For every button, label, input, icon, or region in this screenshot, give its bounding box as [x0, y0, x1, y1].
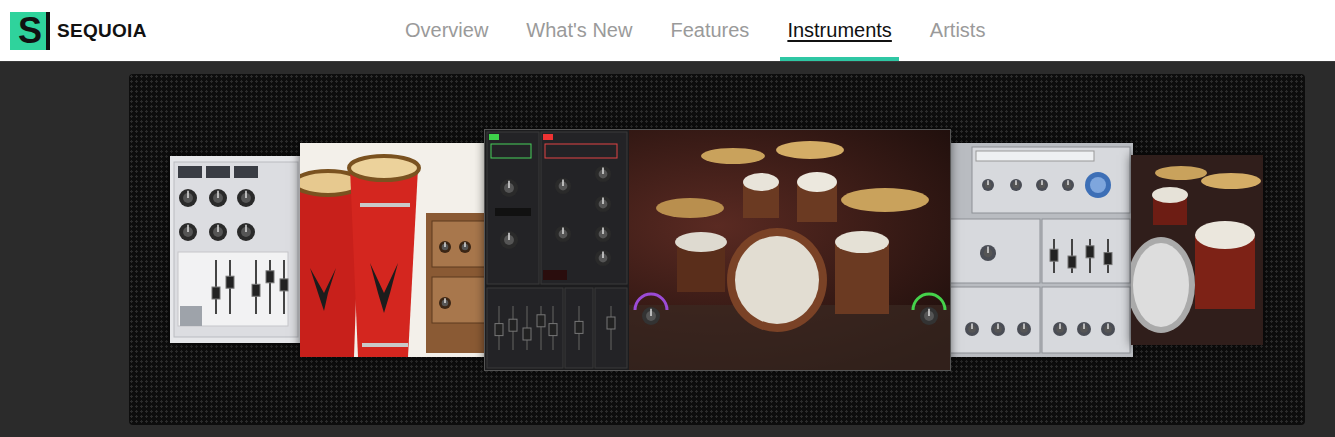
- slide-image[interactable]: [1131, 155, 1263, 345]
- top-bar: S SEQUOIA Overview What's New Features Instr…: [0, 0, 1335, 62]
- brand-name[interactable]: SEQUOIA: [57, 20, 147, 42]
- carousel-slide[interactable]: [300, 143, 487, 357]
- brand[interactable]: S SEQUOIA: [0, 0, 398, 61]
- nav-tab[interactable]: Overview: [398, 0, 495, 61]
- carousel-slide[interactable]: [170, 156, 302, 343]
- slide-image[interactable]: [170, 156, 302, 343]
- carousel-slide[interactable]: [485, 130, 950, 370]
- slide-image[interactable]: [300, 143, 487, 357]
- logo-mark[interactable]: S: [10, 12, 50, 50]
- main-nav: Overview What's New Features Instruments Art…: [398, 0, 992, 61]
- nav-tab[interactable]: What's New: [519, 0, 639, 61]
- instrument-carousel[interactable]: [129, 74, 1305, 425]
- nav-tab[interactable]: Instruments: [780, 0, 898, 61]
- nav-tab[interactable]: Features: [663, 0, 756, 61]
- carousel-slide[interactable]: [948, 143, 1133, 357]
- carousel-slide[interactable]: [1131, 155, 1263, 345]
- slide-image[interactable]: [948, 143, 1133, 357]
- slide-image[interactable]: [485, 130, 950, 370]
- nav-tab[interactable]: Artists: [923, 0, 993, 61]
